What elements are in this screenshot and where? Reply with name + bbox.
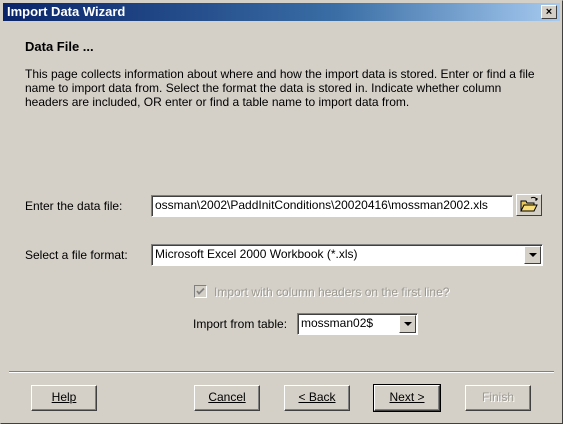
window-title: Import Data Wizard	[7, 4, 126, 19]
help-button[interactable]: Help	[31, 385, 97, 411]
title-bar[interactable]: Import Data Wizard ×	[3, 3, 560, 21]
checkmark-icon	[196, 287, 205, 295]
cancel-button[interactable]: Cancel	[194, 385, 260, 411]
table-value: mossman02$	[301, 316, 374, 330]
file-format-dropdown-button[interactable]	[524, 246, 541, 264]
close-button[interactable]: ×	[541, 5, 557, 19]
table-select[interactable]: mossman02$	[297, 313, 418, 335]
folder-open-icon	[520, 196, 538, 212]
chevron-down-icon	[404, 322, 412, 326]
data-file-label: Enter the data file:	[25, 199, 123, 213]
page-description: This page collects information about whe…	[25, 67, 535, 109]
column-headers-checkbox[interactable]	[194, 285, 207, 298]
table-label: Import from table:	[193, 317, 288, 331]
close-icon: ×	[545, 6, 553, 18]
file-format-select[interactable]: Microsoft Excel 2000 Workbook (*.xls)	[151, 244, 543, 266]
footer-separator	[9, 371, 554, 373]
back-button[interactable]: < Back	[284, 385, 350, 411]
file-format-value: Microsoft Excel 2000 Workbook (*.xls)	[155, 247, 358, 261]
table-dropdown-button[interactable]	[399, 315, 416, 333]
finish-button[interactable]: Finish	[465, 385, 531, 411]
next-button[interactable]: Next >	[373, 384, 441, 412]
browse-file-button[interactable]	[516, 194, 542, 216]
page-title: Data File ...	[25, 39, 94, 54]
file-format-label: Select a file format:	[25, 248, 128, 262]
chevron-down-icon	[529, 253, 537, 257]
import-data-wizard-window: Import Data Wizard × Data File ... This …	[0, 0, 563, 424]
column-headers-label: Import with column headers on the first …	[214, 285, 450, 299]
data-file-input[interactable]: ossman\2002\PaddInitConditions\20020416\…	[151, 195, 513, 217]
